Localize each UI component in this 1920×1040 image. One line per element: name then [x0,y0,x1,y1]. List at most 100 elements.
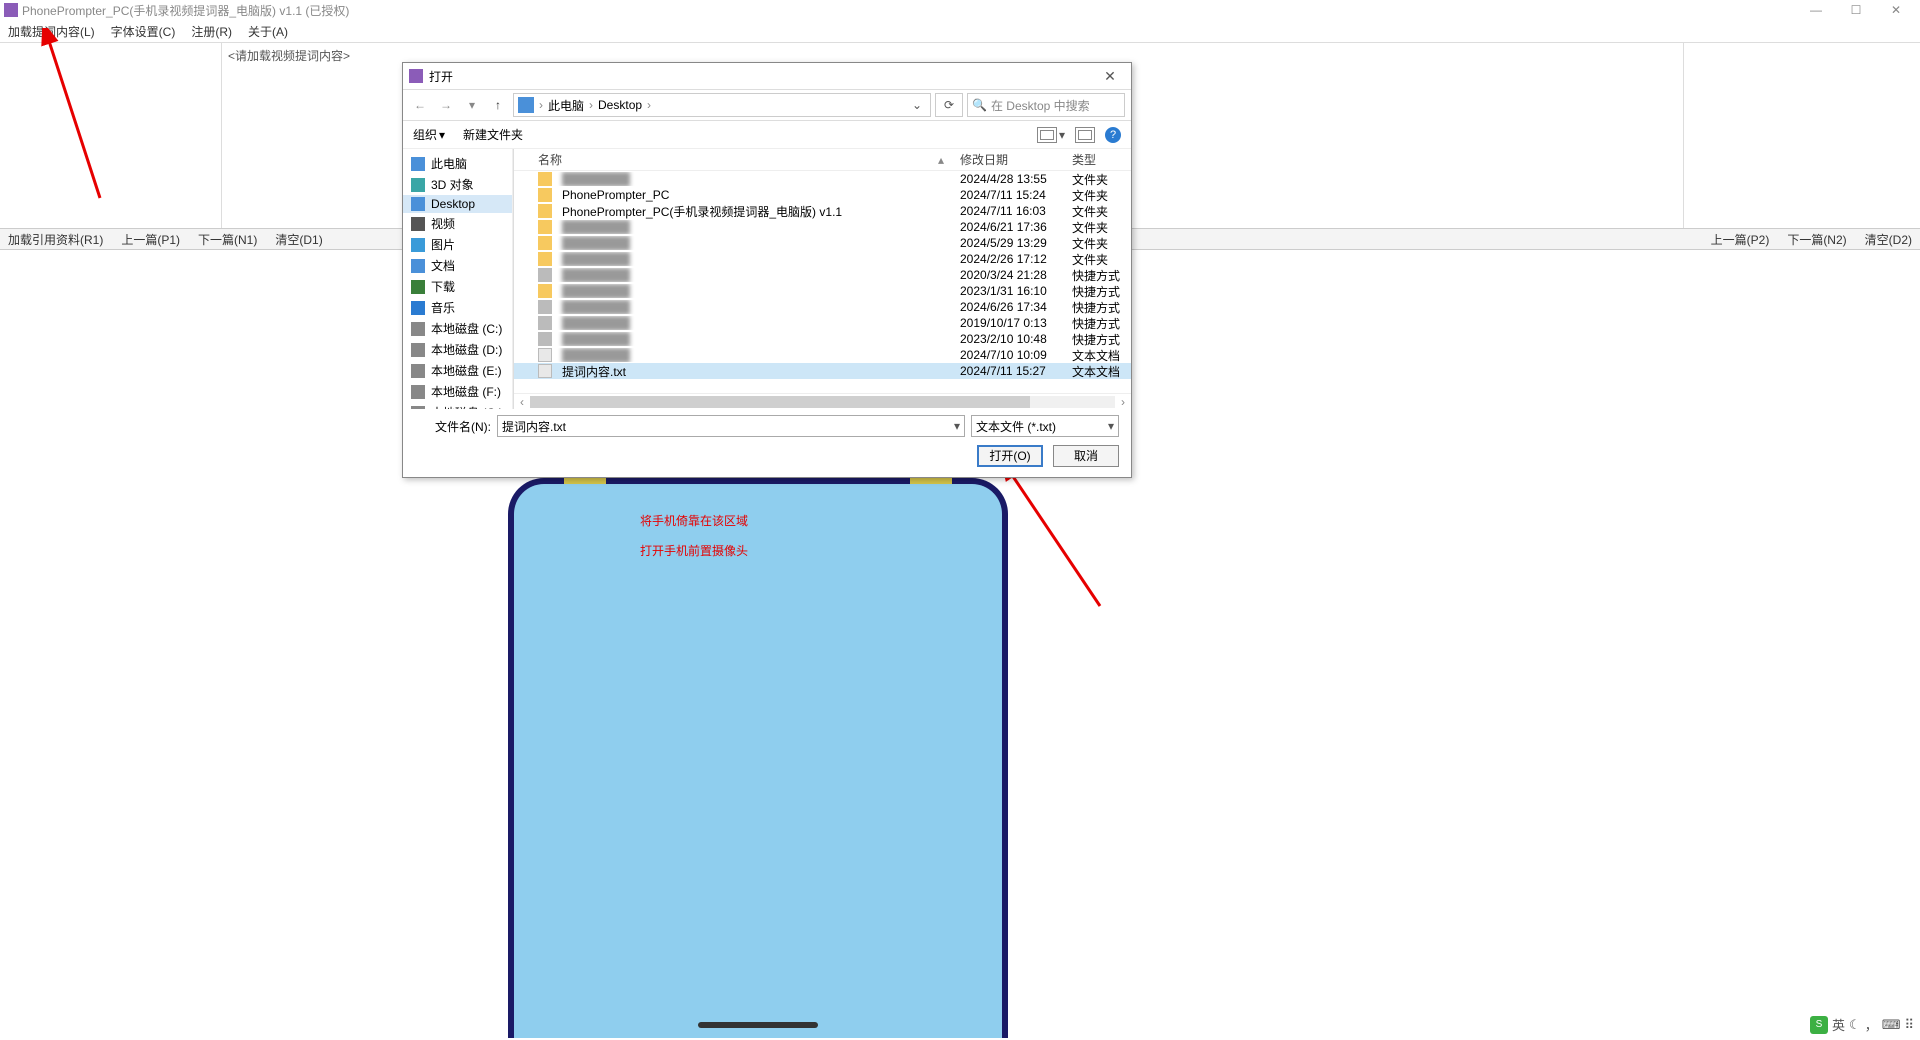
sidebar-item[interactable]: 视频 [403,213,512,234]
filetype-select[interactable]: 文本文件 (*.txt)▾ [971,415,1119,437]
sidebar-item[interactable]: 音乐 [403,297,512,318]
breadcrumb-dropdown[interactable]: ⌄ [908,98,926,112]
sidebar-item[interactable]: 此电脑 [403,153,512,174]
menu-about[interactable]: 关于(A) [248,23,288,40]
crumb-pc[interactable]: 此电脑 [548,97,584,114]
file-row[interactable]: ████████2024/6/26 17:34快捷方式 [514,299,1131,315]
nav-recent-button[interactable]: ▾ [461,94,483,116]
file-icon [538,252,552,266]
close-button[interactable]: ✕ [1876,0,1916,20]
file-pane: 名称 ▴ 修改日期 类型 ████████2024/4/28 13:55文件夹P… [513,149,1131,409]
clear1-button[interactable]: 清空(D1) [275,231,322,248]
file-name: ████████ [562,268,630,282]
scroll-right-button[interactable]: › [1115,395,1131,409]
open-file-dialog: 打开 ✕ ← → ▾ ↑ › 此电脑 › Desktop › ⌄ ⟳ 🔍 在 D… [402,62,1132,478]
file-icon [538,268,552,282]
view-mode-button[interactable]: ▾ [1037,127,1065,143]
maximize-button[interactable]: ☐ [1836,0,1876,20]
preview-pane-button[interactable] [1075,127,1095,143]
sidebar-item-label: 文档 [431,257,455,274]
sidebar-item[interactable]: 3D 对象 [403,174,512,195]
file-row[interactable]: ████████2020/3/24 21:28快捷方式 [514,267,1131,283]
file-name: ████████ [562,220,630,234]
file-row[interactable]: ████████2024/5/29 13:29文件夹 [514,235,1131,251]
comma-icon[interactable]: ， [1865,1015,1878,1034]
sidebar-item[interactable]: 本地磁盘 (D:) [403,339,512,360]
sidebar-item[interactable]: 图片 [403,234,512,255]
dialog-title: 打开 [429,68,1095,85]
file-row[interactable]: ████████2023/1/31 16:10快捷方式 [514,283,1131,299]
refresh-button[interactable]: ⟳ [935,93,963,117]
nav-back-button[interactable]: ← [409,94,431,116]
menubar: 加载提词内容(L) 字体设置(C) 注册(R) 关于(A) [0,20,1920,42]
breadcrumb[interactable]: › 此电脑 › Desktop › ⌄ [513,93,931,117]
scroll-left-button[interactable]: ‹ [514,395,530,409]
dialog-footer: 文件名(N): 提词内容.txt▾ 文本文件 (*.txt)▾ 打开(O) 取消 [403,409,1131,477]
clear2-button[interactable]: 清空(D2) [1865,231,1912,248]
moon-icon[interactable]: ☾ [1849,1017,1861,1033]
file-row[interactable]: ████████2024/6/21 17:36文件夹 [514,219,1131,235]
view-list-icon [1037,127,1057,143]
file-row[interactable]: PhonePrompter_PC(手机录视频提词器_电脑版) v1.12024/… [514,203,1131,219]
nav-forward-button[interactable]: → [435,94,457,116]
file-row[interactable]: ████████2019/10/17 0:13快捷方式 [514,315,1131,331]
nav-up-button[interactable]: ↑ [487,94,509,116]
minimize-button[interactable]: — [1796,0,1836,20]
cancel-button[interactable]: 取消 [1053,445,1119,467]
file-type: 快捷方式 [1064,315,1131,332]
menu-register[interactable]: 注册(R) [191,23,232,40]
next2-button[interactable]: 下一篇(N2) [1787,231,1846,248]
file-name: 提词内容.txt [562,363,626,380]
sidebar-item-label: Desktop [431,197,475,211]
file-row[interactable]: ████████2024/4/28 13:55文件夹 [514,171,1131,187]
load-reference-button[interactable]: 加载引用资料(R1) [8,231,103,248]
menu-font[interactable]: 字体设置(C) [111,23,176,40]
scroll-thumb[interactable] [530,396,1030,408]
file-row[interactable]: ████████2024/7/10 10:09文本文档 [514,347,1131,363]
file-list[interactable]: ████████2024/4/28 13:55文件夹PhonePrompter_… [514,171,1131,393]
file-date: 2024/2/26 17:12 [952,252,1064,266]
next1-button[interactable]: 下一篇(N1) [198,231,257,248]
help-button[interactable]: ? [1105,127,1121,143]
file-name: ████████ [562,300,630,314]
grid-icon[interactable]: ⠿ [1904,1017,1914,1033]
prev2-button[interactable]: 上一篇(P2) [1711,231,1770,248]
search-box[interactable]: 🔍 在 Desktop 中搜索 [967,93,1125,117]
keyboard-icon[interactable]: ⌨ [1882,1017,1901,1033]
col-date-header[interactable]: 修改日期 [952,151,1064,168]
col-name-header[interactable]: 名称 ▴ [514,151,952,168]
ime-lang[interactable]: 英 [1832,1015,1845,1034]
file-icon [538,332,552,346]
file-row[interactable]: ████████2024/2/26 17:12文件夹 [514,251,1131,267]
prev1-button[interactable]: 上一篇(P1) [121,231,180,248]
file-icon [538,364,552,378]
titlebar: PhonePrompter_PC(手机录视频提词器_电脑版) v1.1 (已授权… [0,0,1920,20]
open-button[interactable]: 打开(O) [977,445,1043,467]
filename-input[interactable]: 提词内容.txt▾ [497,415,965,437]
dialog-toolbar: 组织▾ 新建文件夹 ▾ ? [403,121,1131,149]
file-row[interactable]: 提词内容.txt2024/7/11 15:27文本文档 [514,363,1131,379]
file-name: PhonePrompter_PC [562,188,669,202]
ime-indicator[interactable]: S [1810,1016,1828,1034]
sidebar-item[interactable]: Desktop [403,195,512,213]
file-name: ████████ [562,236,630,250]
dialog-close-button[interactable]: ✕ [1095,68,1125,85]
col-type-header[interactable]: 类型 [1064,151,1131,168]
crumb-desktop[interactable]: Desktop [598,98,642,112]
horizontal-scrollbar[interactable]: ‹ › [514,393,1131,409]
sidebar-item-icon [411,364,425,378]
sort-indicator-icon: ▴ [938,153,944,167]
phone-hint-text: 将手机倚靠在该区域 打开手机前置摄像头 [640,506,748,566]
sidebar-item[interactable]: 本地磁盘 (G:) [403,402,512,409]
file-row[interactable]: PhonePrompter_PC2024/7/11 15:24文件夹 [514,187,1131,203]
new-folder-button[interactable]: 新建文件夹 [463,126,523,143]
file-icon [538,204,552,218]
sidebar-item[interactable]: 下载 [403,276,512,297]
sidebar-item[interactable]: 文档 [403,255,512,276]
sidebar-item[interactable]: 本地磁盘 (F:) [403,381,512,402]
file-row[interactable]: ████████2023/2/10 10:48快捷方式 [514,331,1131,347]
sidebar-item[interactable]: 本地磁盘 (E:) [403,360,512,381]
sidebar-item[interactable]: 本地磁盘 (C:) [403,318,512,339]
menu-load[interactable]: 加载提词内容(L) [8,23,95,40]
organize-menu[interactable]: 组织▾ [413,126,445,143]
